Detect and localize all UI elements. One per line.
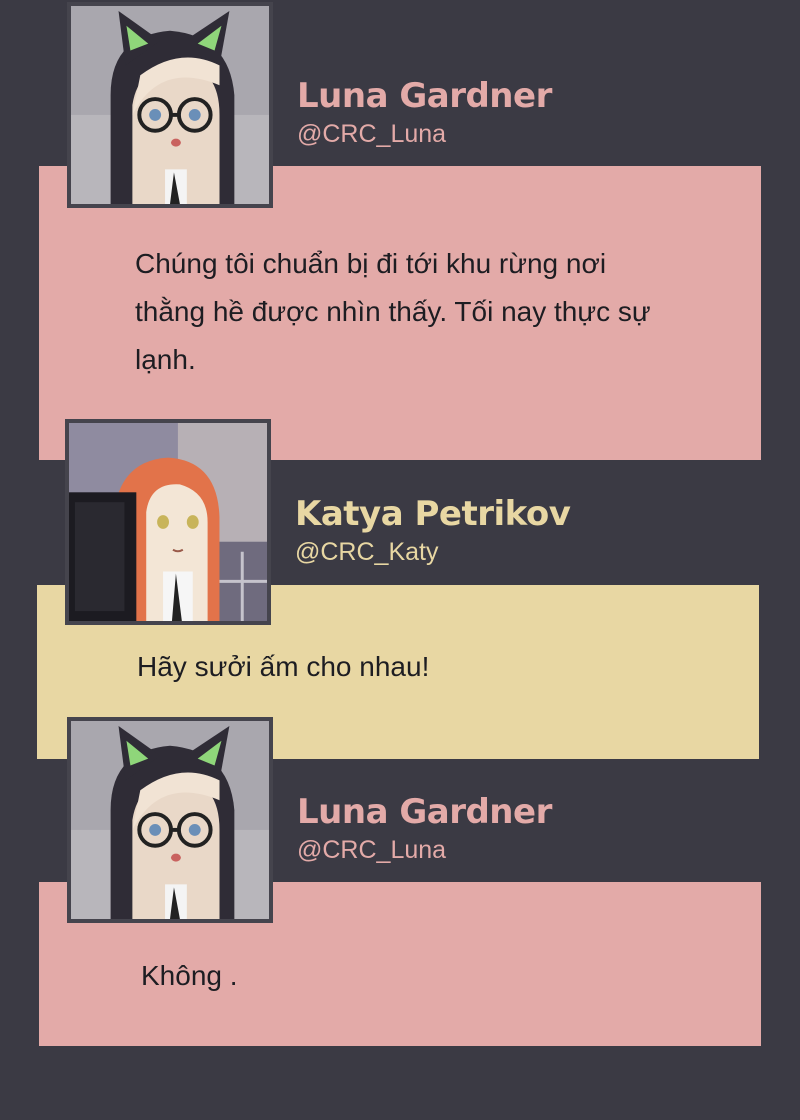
message-text-3: Không .	[141, 952, 741, 1000]
message-3-line-1: Không .	[141, 960, 238, 991]
sender-handle-3[interactable]: @CRC_Luna	[297, 836, 446, 865]
sender-name-1[interactable]: Luna Gardner	[297, 76, 552, 116]
sender-handle-2[interactable]: @CRC_Katy	[295, 538, 438, 567]
message-1-line-3: lạnh.	[135, 344, 196, 375]
luna-avatar-image	[71, 721, 269, 919]
katya-avatar-image	[69, 423, 267, 621]
sender-name-3[interactable]: Luna Gardner	[297, 792, 552, 832]
message-text-1: Chúng tôi chuẩn bị đi tới khu rừng nơi t…	[135, 240, 735, 384]
message-2-line-1: Hãy sưởi ấm cho nhau!	[137, 651, 430, 682]
katya-avatar[interactable]	[65, 419, 271, 625]
message-1-line-2: thằng hề được nhìn thấy. Tối nay thực sự	[135, 296, 651, 327]
message-text-2: Hãy sưởi ấm cho nhau!	[137, 643, 737, 691]
luna-avatar-image	[71, 6, 269, 204]
message-bubble-1: Chúng tôi chuẩn bị đi tới khu rừng nơi t…	[39, 166, 761, 460]
luna-avatar[interactable]	[67, 717, 273, 923]
sender-handle-1[interactable]: @CRC_Luna	[297, 120, 446, 149]
sender-name-2[interactable]: Katya Petrikov	[295, 494, 571, 534]
luna-avatar[interactable]	[67, 2, 273, 208]
message-1-line-1: Chúng tôi chuẩn bị đi tới khu rừng nơi	[135, 248, 607, 279]
